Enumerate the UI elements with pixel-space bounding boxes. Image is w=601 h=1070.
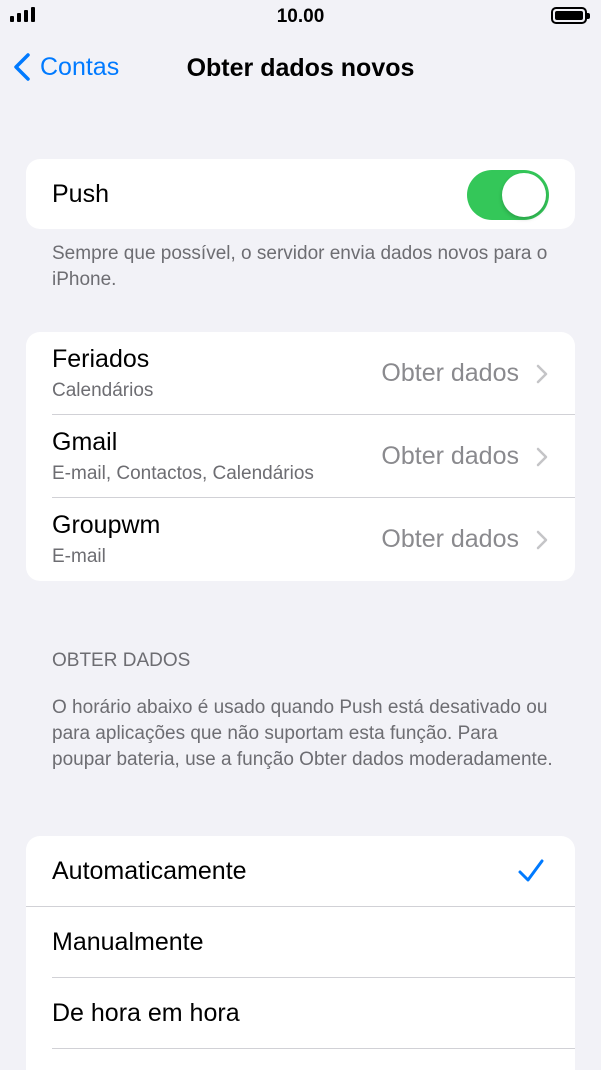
checkmark-icon bbox=[518, 859, 544, 882]
option-label: Automaticamente bbox=[52, 857, 247, 885]
option-label: De hora em hora bbox=[52, 999, 240, 1027]
account-row-gmail[interactable]: Gmail E-mail, Contactos, Calendários Obt… bbox=[26, 415, 575, 498]
navigation-bar: Contas Obter dados novos bbox=[0, 40, 601, 96]
chevron-right-icon bbox=[536, 447, 548, 467]
account-subtitle: E-mail bbox=[52, 546, 106, 567]
account-name: Groupwm bbox=[52, 511, 161, 539]
chevron-right-icon bbox=[536, 364, 548, 384]
account-subtitle: E-mail, Contactos, Calendários bbox=[52, 463, 314, 484]
page-title: Obter dados novos bbox=[186, 54, 415, 82]
account-fetch-value: Obter dados bbox=[381, 442, 519, 470]
accounts-group: Feriados Calendários Obter dados Gmail E… bbox=[26, 332, 575, 581]
status-bar: 10.00 bbox=[0, 0, 601, 34]
push-row: Push bbox=[26, 159, 575, 229]
battery-icon bbox=[551, 7, 590, 24]
fetch-options-group: Automaticamente Manualmente De hora em h… bbox=[26, 836, 575, 1070]
push-footnote: Sempre que possível, o servidor envia da… bbox=[52, 243, 548, 290]
push-toggle[interactable] bbox=[467, 170, 549, 220]
account-row-feriados[interactable]: Feriados Calendários Obter dados bbox=[26, 332, 575, 415]
fetch-description: O horário abaixo é usado quando Push est… bbox=[52, 697, 553, 770]
push-label: Push bbox=[52, 179, 109, 208]
fetch-option-hourly[interactable]: De hora em hora bbox=[26, 978, 575, 1049]
account-name: Feriados bbox=[52, 345, 150, 373]
fetch-option-automatic[interactable]: Automaticamente bbox=[26, 836, 575, 907]
account-subtitle: Calendários bbox=[52, 380, 154, 401]
fetch-option-more[interactable] bbox=[26, 1049, 575, 1070]
status-time: 10.00 bbox=[276, 6, 325, 27]
account-name: Gmail bbox=[52, 428, 118, 456]
account-fetch-value: Obter dados bbox=[381, 359, 519, 387]
account-row-groupwm[interactable]: Groupwm E-mail Obter dados bbox=[26, 498, 575, 581]
account-fetch-value: Obter dados bbox=[381, 525, 519, 553]
chevron-right-icon bbox=[536, 530, 548, 550]
option-label: Manualmente bbox=[52, 928, 204, 956]
fetch-section-header: OBTER DADOS bbox=[52, 650, 191, 671]
push-group: Push bbox=[26, 159, 575, 229]
screen: 10.00 Contas Obter dados novos Push Semp… bbox=[0, 0, 601, 1070]
fetch-option-manual[interactable]: Manualmente bbox=[26, 907, 575, 978]
